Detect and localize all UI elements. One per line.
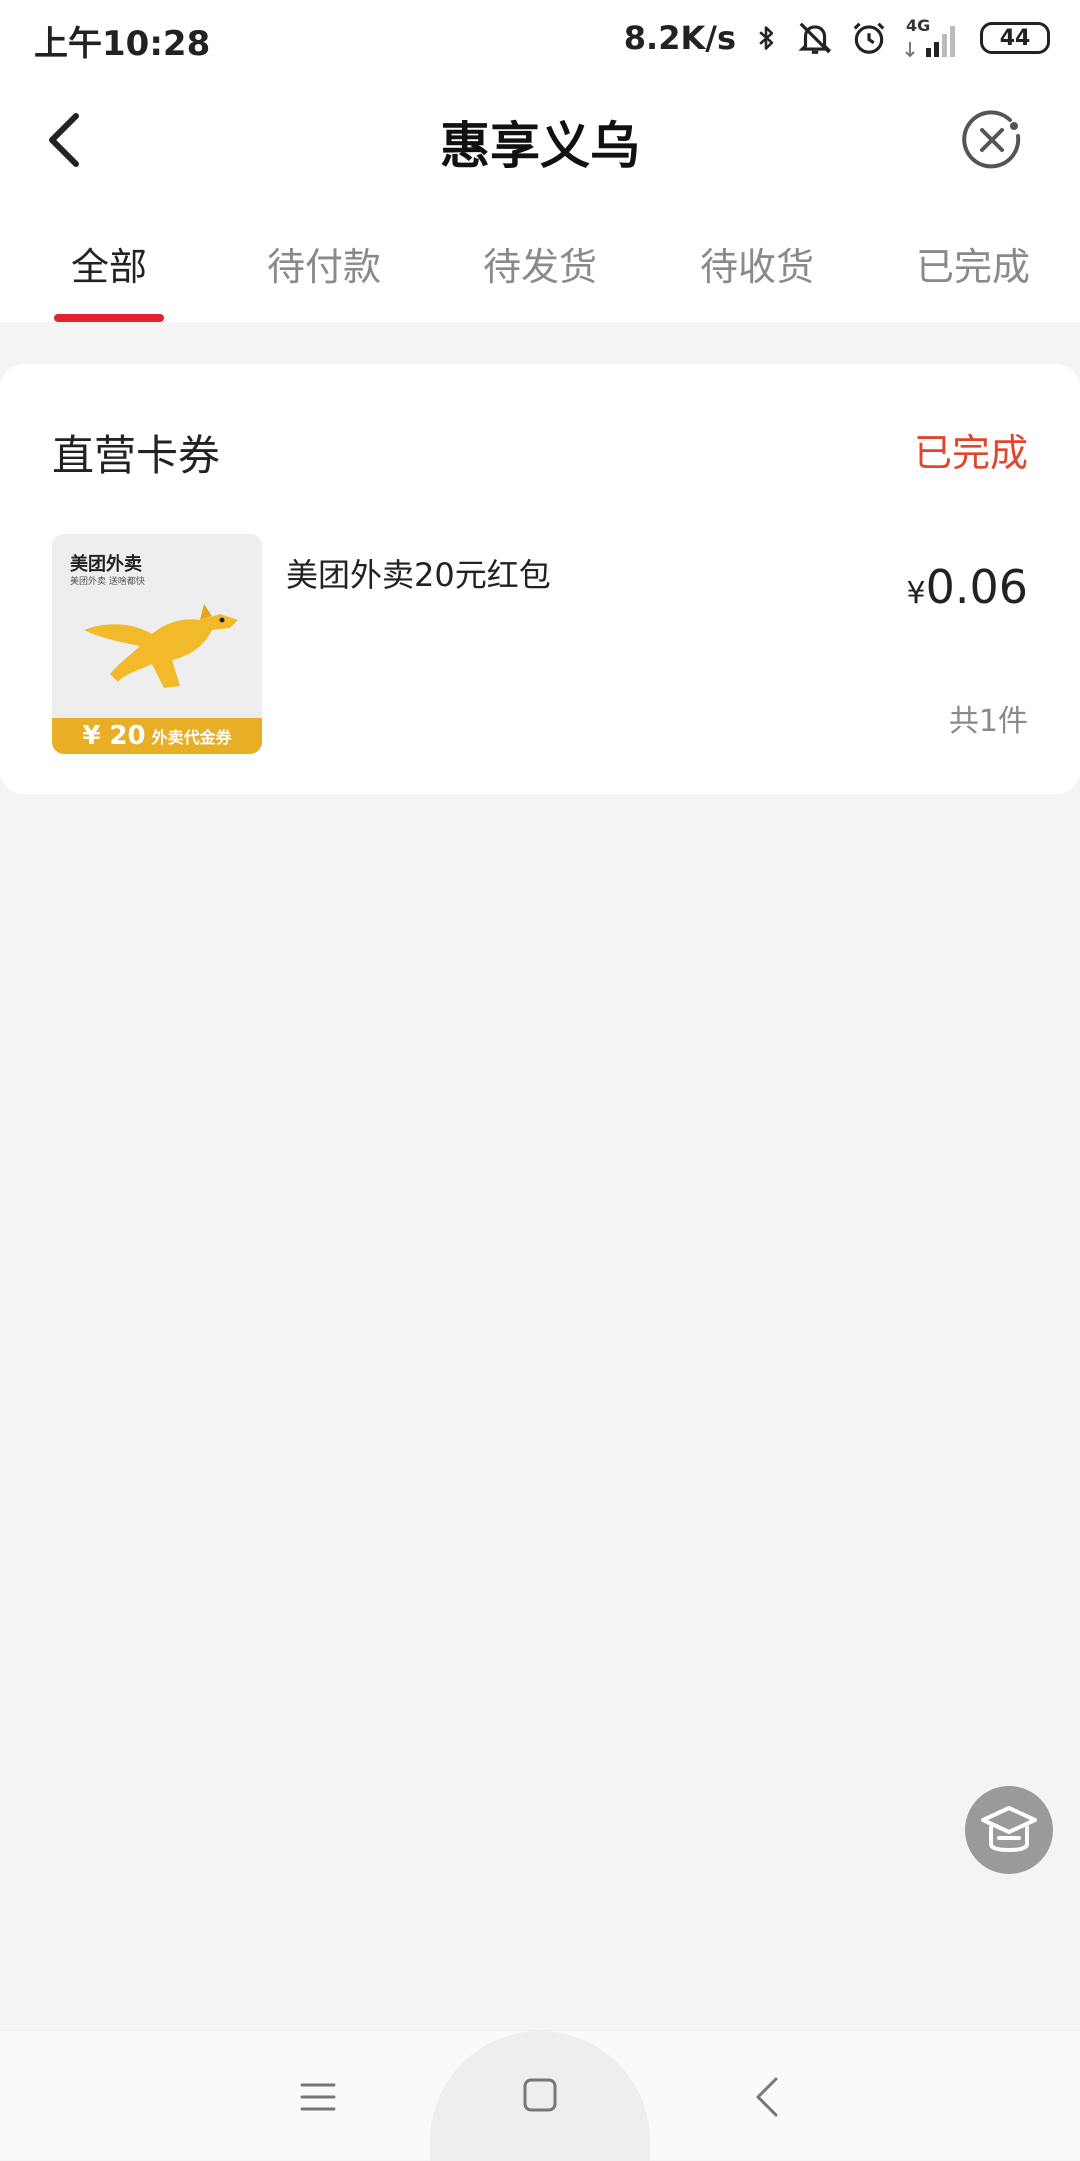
order-status: 已完成	[913, 431, 1028, 475]
thumbnail-tagline: 美团外卖 送啥都快	[70, 577, 145, 587]
page-title: 惠享义乌	[440, 117, 640, 175]
home-square-icon[interactable]	[522, 2077, 558, 2113]
tab-pending-payment[interactable]: 待付款	[267, 236, 381, 291]
banner-label: 外卖代金券	[151, 728, 232, 747]
order-card[interactable]: 直营卡券 已完成 美团外卖 美团外卖 送啥都快 ¥ 20 外卖代金券 美团外卖2…	[0, 364, 1080, 794]
tab-pending-receipt[interactable]: 待收货	[700, 236, 814, 291]
alarm-icon	[853, 22, 885, 54]
battery-level: 44	[999, 25, 1031, 51]
tab-pending-shipment[interactable]: 待发货	[483, 236, 597, 291]
price-symbol: ¥	[906, 576, 926, 611]
tab-completed[interactable]: 已完成	[916, 236, 1030, 291]
shop-name: 直营卡券	[52, 431, 221, 480]
close-circle-icon[interactable]	[960, 110, 1024, 174]
bluetooth-icon	[759, 26, 774, 50]
title-bar: 惠享义乌	[0, 100, 1080, 180]
nav-back-icon[interactable]	[752, 2075, 782, 2119]
signal-icon: 4G	[904, 16, 964, 60]
status-indicators: 8.2K/s 4G 44	[624, 14, 1050, 62]
net-speed: 8.2K/s	[623, 19, 736, 57]
price-value: 0.06	[925, 560, 1028, 614]
graduation-cap-icon	[981, 1806, 1037, 1853]
active-tab-indicator	[54, 314, 164, 322]
status-bar: 上午10:28 8.2K/s 4G 44	[0, 0, 1080, 76]
mute-icon	[798, 22, 832, 54]
status-time: 上午10:28	[34, 24, 211, 64]
order-tabs: 全部 待付款 待发货 待收货 已完成	[0, 228, 1080, 322]
battery-icon: 44	[980, 22, 1050, 54]
system-nav-bar	[0, 2030, 1080, 2161]
product-thumbnail[interactable]: 美团外卖 美团外卖 送啥都快 ¥ 20 外卖代金券	[52, 534, 262, 754]
tab-all[interactable]: 全部	[71, 236, 147, 291]
product-price: ¥0.06	[906, 560, 1028, 614]
thumbnail-brand: 美团外卖	[70, 554, 142, 575]
banner-amount: ¥ 20	[82, 721, 146, 751]
thumbnail-banner: ¥ 20 外卖代金券	[52, 718, 262, 754]
product-quantity: 共1件	[948, 704, 1028, 739]
menu-icon[interactable]	[298, 2077, 338, 2117]
kangaroo-logo-icon	[84, 604, 238, 688]
floating-help-button[interactable]	[965, 1786, 1053, 1874]
product-name: 美团外卖20元红包	[286, 556, 551, 594]
